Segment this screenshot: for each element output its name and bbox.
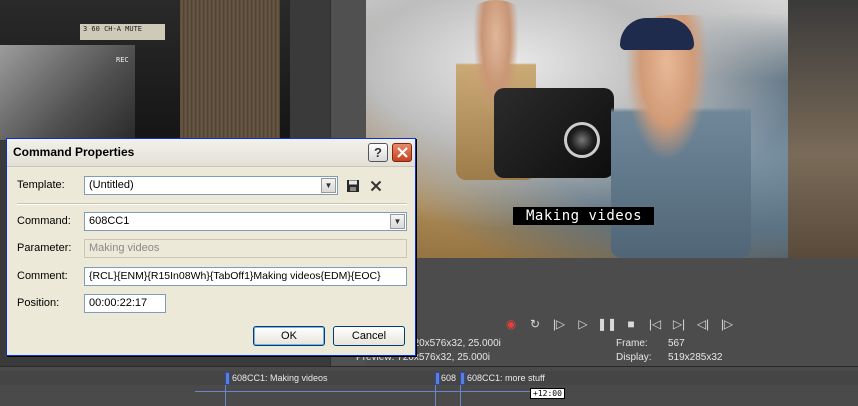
chevron-down-icon[interactable]: ▼ xyxy=(321,178,336,193)
transport-bar: ◉ ↻ |▷ ▷ ❚❚ ■ |◁ ▷| ◁| |▷ 720x576x32, 25… xyxy=(356,258,858,366)
command-track[interactable] xyxy=(0,371,858,385)
record-icon[interactable]: ◉ xyxy=(500,314,522,334)
command-marker-label: 608 xyxy=(441,373,457,383)
position-label: Position: xyxy=(17,297,60,309)
next-frame-icon[interactable]: ▷| xyxy=(668,314,690,334)
timeline[interactable]: 608CC1: Making videos 608 608CC1: more s… xyxy=(0,366,858,406)
display-label: Display: xyxy=(616,352,652,363)
prev-frame-icon[interactable]: |◁ xyxy=(644,314,666,334)
position-field[interactable]: 00:00:22:17 xyxy=(84,294,166,313)
pause-icon[interactable]: ❚❚ xyxy=(596,314,618,334)
parameter-label: Parameter: xyxy=(17,242,72,254)
marker-guide xyxy=(435,385,436,406)
command-select[interactable]: 608CC1 ▼ xyxy=(84,212,407,231)
save-icon xyxy=(347,180,359,192)
frame-label: Frame: xyxy=(616,338,648,349)
close-icon xyxy=(396,147,408,158)
video-preview[interactable]: Making videos xyxy=(366,0,858,258)
delete-template-button[interactable] xyxy=(367,177,385,195)
comment-label: Comment: xyxy=(17,270,68,282)
command-marker[interactable] xyxy=(460,372,465,385)
dialog-title: Command Properties xyxy=(13,145,135,159)
command-marker[interactable] xyxy=(225,372,230,385)
close-button[interactable] xyxy=(392,143,412,162)
ok-button[interactable]: OK xyxy=(253,326,325,346)
play-from-start-icon[interactable]: |▷ xyxy=(548,314,570,334)
monitor-label: 3 60 CH-A MUTE xyxy=(80,24,165,40)
marker-guide xyxy=(225,385,226,406)
stop-icon[interactable]: ■ xyxy=(620,314,642,334)
help-icon: ? xyxy=(374,145,382,160)
template-value: (Untitled) xyxy=(89,179,134,191)
time-offset-tag: +12:00 xyxy=(530,388,565,399)
parameter-field[interactable]: Making videos xyxy=(84,239,407,258)
monitor-rec-text: REC xyxy=(116,56,129,64)
closed-caption: Making videos xyxy=(513,207,655,225)
marker-guide xyxy=(460,385,461,406)
cancel-button[interactable]: Cancel xyxy=(333,326,405,346)
command-properties-dialog: Command Properties ? Template: (Untitled… xyxy=(6,138,416,356)
display-info: Display: 519x285x32 xyxy=(616,352,723,364)
separator xyxy=(17,203,407,205)
command-marker[interactable] xyxy=(435,372,440,385)
command-marker-label: 608CC1: Making videos xyxy=(232,373,328,383)
left-monitor-image: 3 60 CH-A MUTE REC xyxy=(0,0,290,140)
cap-figure xyxy=(620,18,694,50)
transport-controls: ◉ ↻ |▷ ▷ ❚❚ ■ |◁ ▷| ◁| |▷ xyxy=(500,314,738,334)
loop-icon[interactable]: ↻ xyxy=(524,314,546,334)
step-back-icon[interactable]: ◁| xyxy=(692,314,714,334)
display-value: 519x285x32 xyxy=(668,352,723,363)
command-label: Command: xyxy=(17,215,71,227)
save-template-button[interactable] xyxy=(344,177,362,195)
dialog-titlebar[interactable]: Command Properties ? xyxy=(7,139,415,167)
background-figure xyxy=(788,0,858,258)
template-select[interactable]: (Untitled) ▼ xyxy=(84,176,338,195)
camera-lens xyxy=(564,122,600,158)
frame-info: Frame: 567 xyxy=(616,338,685,350)
template-label: Template: xyxy=(17,179,65,191)
monitor-screen xyxy=(0,45,135,140)
project-info-value: 720x576x32, 25.000i xyxy=(408,338,501,349)
frame-value: 567 xyxy=(668,338,685,349)
play-icon[interactable]: ▷ xyxy=(572,314,594,334)
timeline-range-line xyxy=(195,391,545,392)
speaker-grille xyxy=(180,0,280,140)
delete-icon xyxy=(370,180,382,192)
command-marker-label: 608CC1: more stuff xyxy=(467,373,545,383)
comment-field[interactable]: {RCL}{ENM}{R15In08Wh}{TabOff1}Making vid… xyxy=(84,267,407,286)
chevron-down-icon[interactable]: ▼ xyxy=(390,214,405,229)
help-button[interactable]: ? xyxy=(368,143,388,162)
command-value: 608CC1 xyxy=(89,215,130,227)
step-forward-icon[interactable]: |▷ xyxy=(716,314,738,334)
